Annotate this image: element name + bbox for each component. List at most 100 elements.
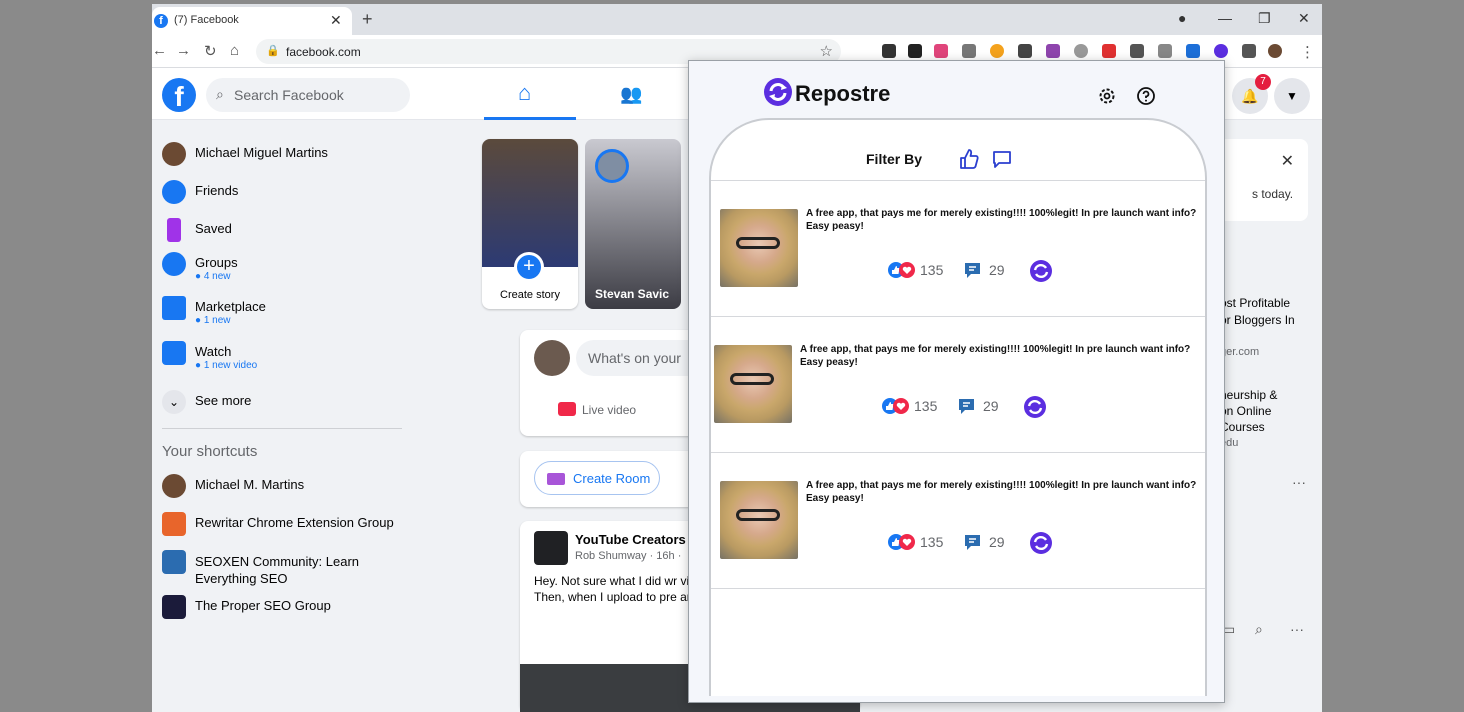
reload-icon[interactable]: ↻ [204, 42, 217, 60]
tab-title: (7) Facebook [174, 14, 239, 26]
story-photo [482, 139, 578, 267]
post-meta: Rob Shumway · 16h · [575, 550, 682, 562]
gear-icon[interactable] [1097, 86, 1117, 106]
sidebar-item-label: Marketplace [195, 299, 266, 314]
create-room-button[interactable]: Create Room [534, 461, 660, 495]
new-tab-button[interactable]: + [362, 9, 373, 30]
help-icon[interactable] [1136, 86, 1156, 106]
close-tab-icon[interactable]: ✕ [330, 12, 342, 29]
more-options-icon[interactable]: ··· [1290, 621, 1304, 637]
camera-extension-icon[interactable] [962, 44, 976, 58]
extension-icon[interactable] [934, 44, 948, 58]
sidebar-item-see-more[interactable]: ⌄ See more [162, 388, 402, 418]
close-window-icon[interactable]: ✕ [1298, 10, 1310, 27]
notification-badge: 7 [1255, 74, 1271, 90]
profile-menu-icon[interactable]: ● [1178, 10, 1186, 26]
tab-friends-icon[interactable]: 👥 [620, 84, 642, 105]
sidebar-item-badge: ● 4 new [195, 271, 231, 282]
facebook-logo[interactable]: f [162, 78, 196, 112]
shortcut-label: Rewritar Chrome Extension Group [195, 515, 394, 530]
sidebar-item-label: See more [195, 393, 252, 408]
browser-menu-icon[interactable]: ⋮ [1300, 43, 1315, 61]
sponsored-title[interactable]: neurship & [1220, 387, 1277, 403]
sidebar-item-groups[interactable]: Groups ● 4 new [162, 250, 402, 282]
sidebar-item-marketplace[interactable]: Marketplace ● 1 new [162, 294, 402, 326]
sidebar-item-saved[interactable]: Saved [162, 216, 402, 246]
post-author[interactable]: YouTube Creators [575, 532, 686, 547]
live-video-button[interactable]: Live video [558, 402, 636, 417]
extension-icon[interactable] [908, 44, 922, 58]
repostre-popup: Repostre Filter By A free app, that pays… [688, 60, 1225, 703]
minimize-icon[interactable]: — [1218, 10, 1232, 26]
sidebar-item-watch[interactable]: Watch ● 1 new video [162, 339, 402, 371]
browser-tab[interactable]: f (7) Facebook ✕ [152, 7, 352, 35]
search-contacts-icon[interactable]: ⌕ [1255, 621, 1263, 638]
tab-home[interactable]: ⌂ [484, 68, 576, 120]
filter-comment-icon[interactable] [992, 149, 1012, 169]
repostre-post-item[interactable]: A free app, that pays me for merely exis… [711, 181, 1205, 317]
extension-icon[interactable] [1186, 44, 1200, 58]
create-story-card[interactable]: + Create story [482, 139, 578, 309]
extension-icon[interactable] [1130, 44, 1144, 58]
sponsored-domain: ger.com [1220, 346, 1260, 358]
comment-count: 29 [989, 262, 1005, 278]
like-count: 135 [914, 398, 938, 414]
extension-icon[interactable] [1018, 44, 1032, 58]
home-icon: ⌂ [518, 80, 532, 105]
story-card[interactable]: Stevan Savic [585, 139, 681, 309]
extension-icon[interactable] [990, 44, 1004, 58]
repost-icon[interactable] [1029, 259, 1053, 283]
tab-bar: f (7) Facebook ✕ + ● — ❐ ✕ [152, 4, 1322, 35]
shortcut-item[interactable]: Michael M. Martins [162, 472, 402, 502]
extension-icon[interactable] [1158, 44, 1172, 58]
url-text: facebook.com [286, 45, 361, 59]
right-card-text: s today. [1252, 187, 1294, 201]
restore-icon[interactable]: ❐ [1258, 10, 1271, 27]
profile-avatar[interactable] [1268, 44, 1282, 58]
post-text: A free app, that pays me for merely exis… [806, 208, 1197, 232]
puzzle-extensions-icon[interactable] [1242, 44, 1256, 58]
avatar [162, 142, 186, 166]
home-icon[interactable]: ⌂ [230, 42, 239, 59]
repostre-post-item[interactable]: A free app, that pays me for merely exis… [711, 317, 1205, 453]
create-story-label: Create story [500, 289, 560, 301]
search-input[interactable]: ⌕ Search Facebook [206, 78, 410, 112]
repost-icon[interactable] [1023, 395, 1047, 419]
extension-icon[interactable] [1074, 44, 1088, 58]
sponsored-title[interactable]: Courses [1220, 419, 1265, 435]
groups-icon [162, 252, 186, 276]
sidebar-item-profile[interactable]: Michael Miguel Martins [162, 140, 402, 170]
close-icon[interactable]: ✕ [1281, 151, 1294, 171]
more-options-icon[interactable]: ··· [1292, 474, 1306, 490]
group-avatar [162, 550, 186, 574]
shortcut-item[interactable]: SEOXEN Community: Learn Everything SEO [162, 548, 402, 588]
composer-placeholder: What's on your [588, 350, 681, 366]
shortcut-label: The Proper SEO Group [195, 598, 331, 613]
shortcut-item[interactable]: The Proper SEO Group [162, 593, 402, 623]
back-icon[interactable]: ← [152, 42, 167, 59]
search-icon: ⌕ [216, 86, 224, 102]
bookmark-star-icon[interactable]: ☆ [820, 42, 833, 60]
account-menu-button[interactable]: ▼ [1274, 78, 1310, 114]
repostre-extension-icon[interactable] [1214, 44, 1228, 58]
forward-icon[interactable]: → [176, 42, 191, 59]
sponsored-title[interactable]: or Bloggers In [1220, 312, 1295, 328]
post-thumbnail-glasses [736, 509, 780, 521]
extension-icon[interactable] [1102, 44, 1116, 58]
bell-icon: 🔔 [1241, 88, 1259, 104]
filter-thumbs-up-icon[interactable] [958, 148, 980, 170]
avatar [534, 340, 570, 376]
comment-icon [965, 263, 980, 278]
sidebar-item-label: Groups [195, 255, 238, 270]
shortcut-item[interactable]: Rewritar Chrome Extension Group [162, 510, 402, 540]
video-plus-icon [547, 473, 565, 485]
sponsored-title[interactable]: ost Profitable [1220, 295, 1290, 311]
extension-icon[interactable] [882, 44, 896, 58]
extension-icon[interactable] [1046, 44, 1060, 58]
post-text: A free app, that pays me for merely exis… [800, 344, 1191, 368]
sidebar-item-friends[interactable]: Friends [162, 178, 402, 208]
repost-icon[interactable] [1029, 531, 1053, 555]
repostre-post-item[interactable]: A free app, that pays me for merely exis… [711, 453, 1205, 589]
like-love-reaction-icon [888, 534, 915, 550]
sponsored-title[interactable]: on Online [1220, 403, 1271, 419]
